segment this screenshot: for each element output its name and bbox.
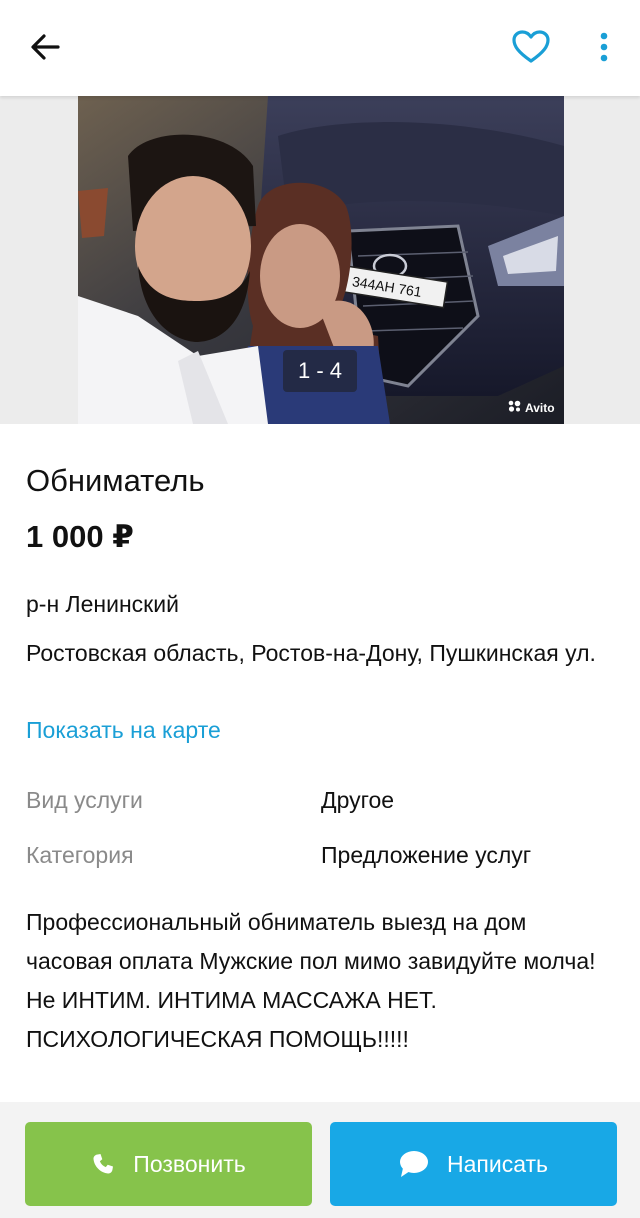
- write-button-label: Написать: [446, 1150, 548, 1177]
- watermark-text: Avito: [525, 400, 555, 415]
- listing-description: Профессиональный обниматель выезд на дом…: [26, 909, 596, 1052]
- bottom-action-bar: Позвонить Написать: [0, 1102, 640, 1218]
- call-button[interactable]: Позвонить: [25, 1122, 312, 1206]
- listing-district: р-н Ленинский: [26, 591, 179, 617]
- chat-bubble-icon: [399, 1150, 429, 1178]
- vertical-dots-icon: [600, 32, 608, 67]
- listing-title: Обниматель: [26, 463, 205, 498]
- arrow-left-icon: [30, 33, 60, 65]
- show-on-map-link[interactable]: Показать на карте: [26, 716, 221, 746]
- favorite-button[interactable]: [508, 26, 554, 72]
- top-app-bar: [0, 0, 640, 96]
- param-label-service-type: Вид услуги: [26, 787, 143, 813]
- avito-watermark: Avito: [508, 400, 555, 415]
- param-label-category: Категория: [26, 842, 134, 868]
- phone-icon: [91, 1152, 115, 1176]
- listing-address: Ростовская область, Ростов-на-Дону, Пушк…: [26, 640, 596, 666]
- param-value-service-type: Другое: [321, 787, 395, 813]
- listing-price: 1 000 ₽: [26, 519, 134, 554]
- call-button-label: Позвонить: [133, 1150, 246, 1177]
- photo-counter: 1 - 4: [283, 350, 357, 392]
- more-options-button[interactable]: [586, 26, 622, 72]
- avito-logo-icon: [508, 400, 522, 415]
- back-button[interactable]: [22, 26, 68, 72]
- write-message-button[interactable]: Написать: [330, 1122, 617, 1206]
- param-value-category: Предложение услуг: [321, 842, 532, 868]
- heart-outline-icon: [512, 29, 550, 69]
